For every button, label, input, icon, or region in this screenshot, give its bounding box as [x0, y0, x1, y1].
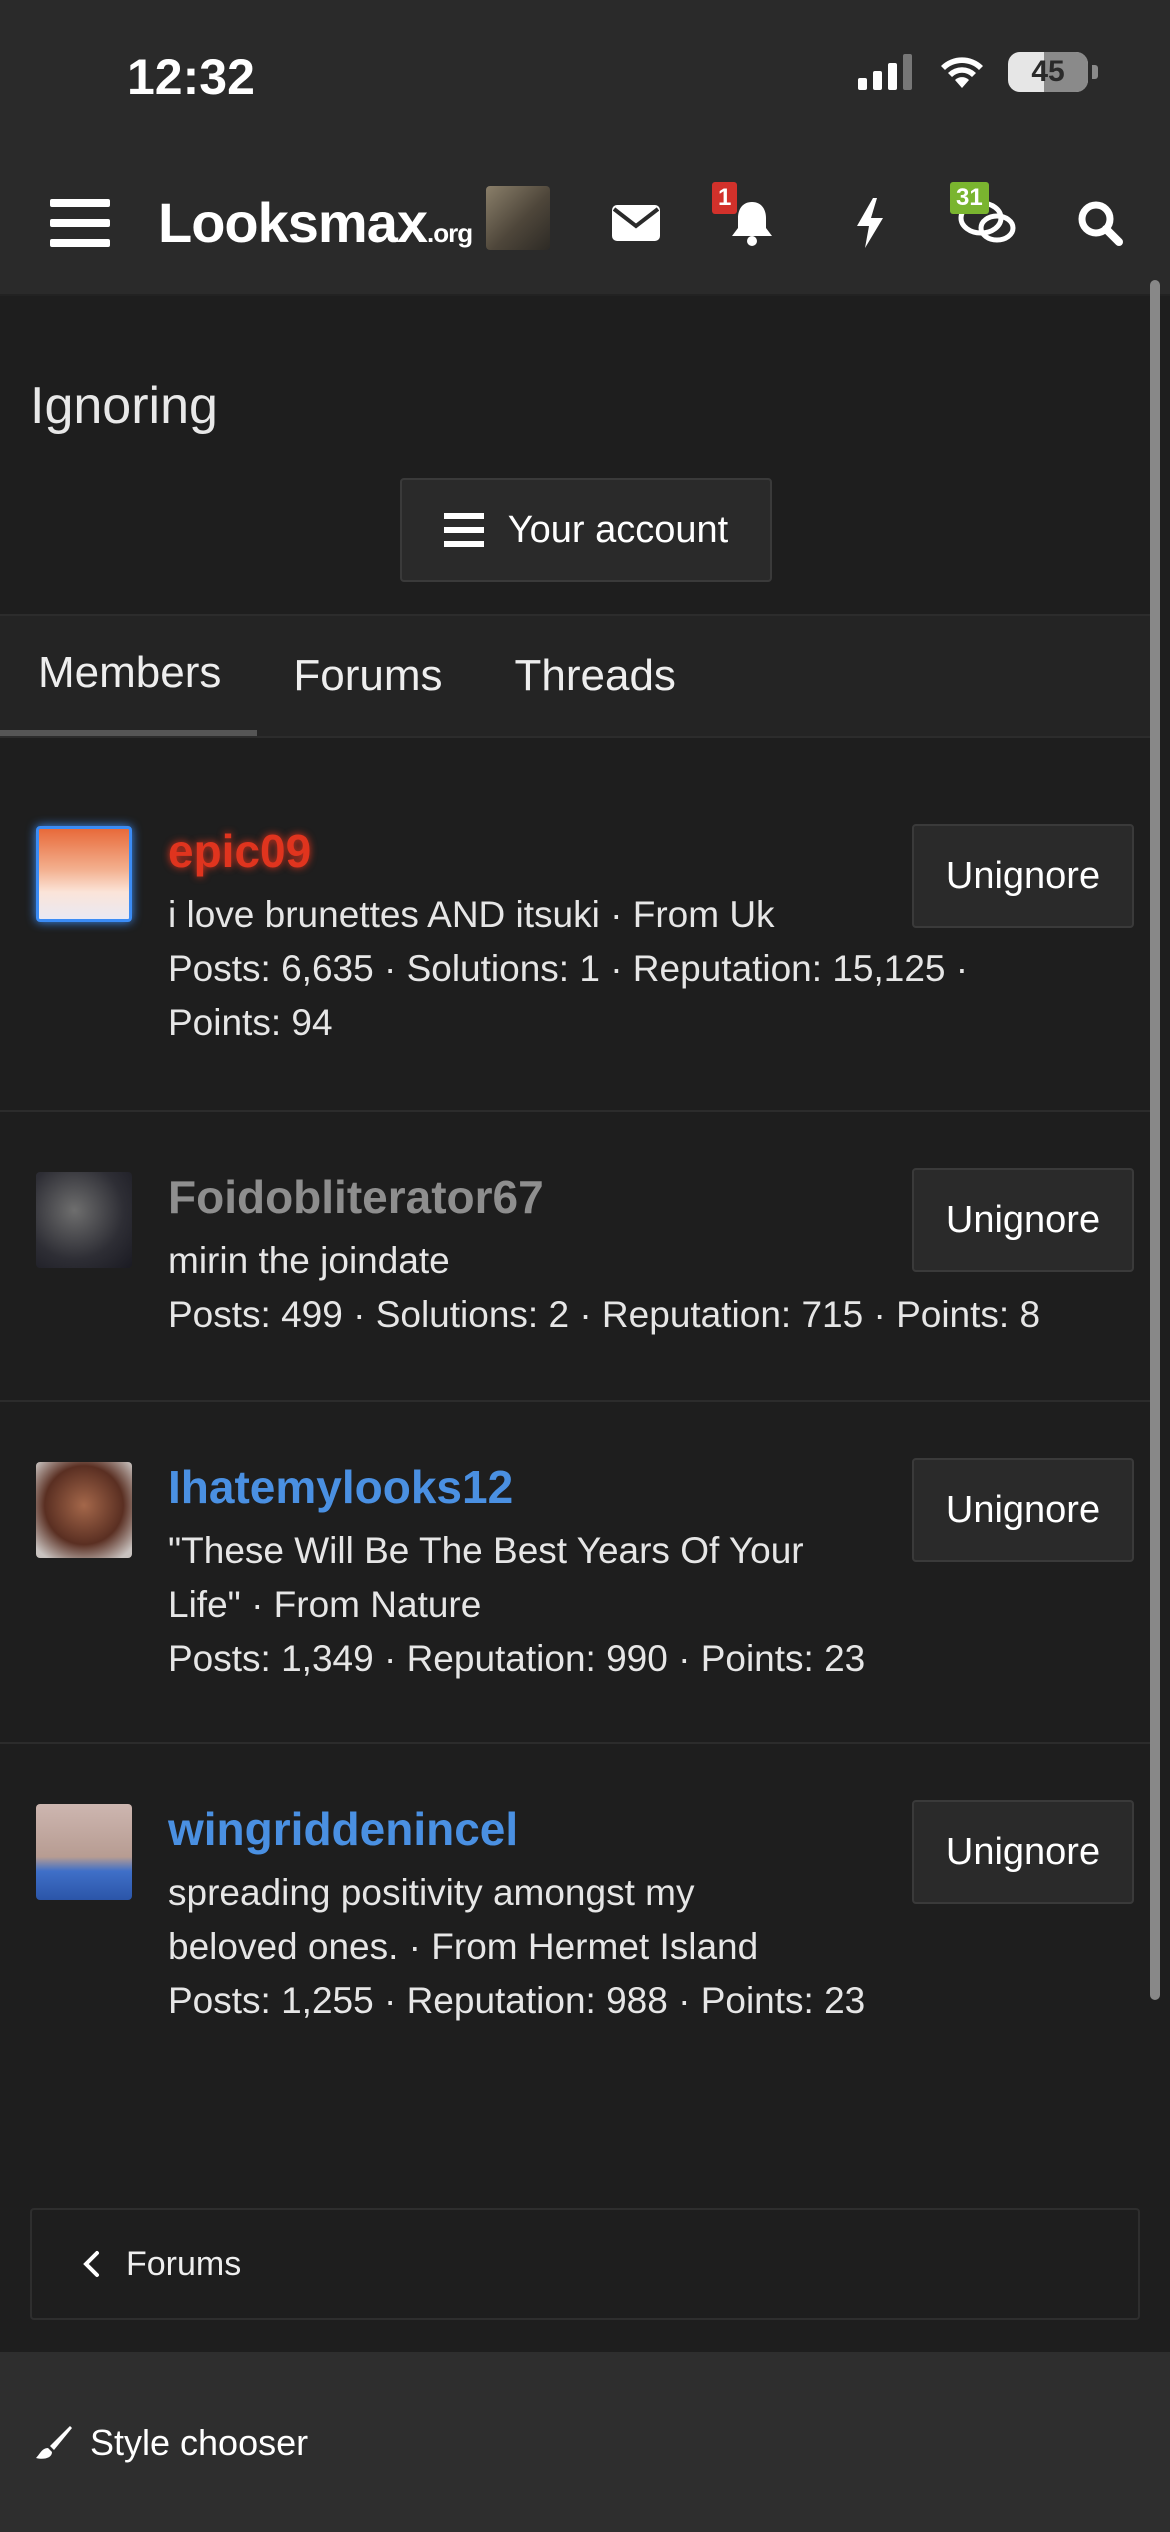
member-row: epic09 i love brunettes AND itsuki · Fro…	[0, 738, 1150, 1112]
member-stats: Posts: 1,255 · Reputation: 988 · Points:…	[168, 1980, 866, 2021]
member-stats-continued: Points: 94	[168, 1002, 333, 1043]
status-icons: 45	[858, 52, 1098, 92]
unignore-button[interactable]: Unignore	[912, 824, 1134, 928]
member-stats: Posts: 499 · Solutions: 2 · Reputation: …	[168, 1294, 1041, 1335]
unignore-button[interactable]: Unignore	[912, 1168, 1134, 1272]
member-bio-continued: Life" · From Nature	[168, 1584, 482, 1625]
style-chooser-link[interactable]: Style chooser	[34, 2422, 308, 2464]
menu-button[interactable]	[40, 150, 120, 296]
member-avatar[interactable]	[36, 1462, 132, 1558]
member-avatar[interactable]	[36, 1172, 132, 1268]
member-name[interactable]: epic09	[168, 824, 311, 878]
inbox-button[interactable]	[600, 150, 672, 296]
member-row: Foidobliterator67 mirin the joindate Pos…	[0, 1112, 1150, 1402]
member-avatar[interactable]	[36, 1804, 132, 1900]
search-button[interactable]	[1060, 150, 1140, 296]
wifi-icon	[941, 57, 983, 88]
site-logo[interactable]: Looksmax.org	[158, 190, 473, 255]
your-account-button[interactable]: Your account	[400, 478, 772, 582]
member-name[interactable]: wingriddenincel	[168, 1802, 518, 1856]
member-bio: i love brunettes AND itsuki · From Uk	[168, 894, 775, 935]
conversations-count-badge: 31	[950, 182, 989, 214]
member-row: Ihatemylooks12 "These Will Be The Best Y…	[0, 1402, 1150, 1744]
battery-cap	[1092, 65, 1098, 79]
cellular-signal-icon	[858, 54, 912, 90]
tab-members[interactable]: Members	[0, 616, 258, 736]
battery-level: 45	[1031, 55, 1065, 88]
whats-new-button[interactable]	[830, 150, 910, 296]
member-bio: spreading positivity amongst my	[168, 1872, 695, 1913]
conversations-button[interactable]: 31	[942, 150, 1032, 296]
footer: Style chooser	[0, 2352, 1170, 2532]
tab-forums[interactable]: Forums	[257, 616, 478, 736]
member-row: wingriddenincel spreading positivity amo…	[0, 1744, 1150, 2044]
unignore-button[interactable]: Unignore	[912, 1458, 1134, 1562]
top-nav-bar: Looksmax.org 1 31	[0, 150, 1170, 296]
envelope-icon	[612, 205, 660, 241]
status-bar: 12:32 45	[0, 0, 1170, 150]
status-time: 12:32	[127, 49, 255, 105]
member-stats: Posts: 1,349 · Reputation: 990 · Points:…	[168, 1638, 866, 1679]
alerts-button[interactable]: 1	[712, 150, 792, 296]
paintbrush-icon	[36, 2426, 72, 2459]
member-bio-continued: beloved ones. · From Hermet Island	[168, 1926, 759, 1967]
member-bio: "These Will Be The Best Years Of Your	[168, 1530, 804, 1571]
menu-lines-icon	[443, 513, 484, 547]
unignore-button[interactable]: Unignore	[912, 1800, 1134, 1904]
alerts-count-badge: 1	[712, 182, 738, 214]
ignore-tabs: Members Forums Threads	[0, 614, 1150, 738]
member-stats: Posts: 6,635 · Solutions: 1 · Reputation…	[168, 948, 969, 989]
member-name[interactable]: Foidobliterator67	[168, 1170, 544, 1224]
member-name[interactable]: Ihatemylooks12	[168, 1460, 513, 1514]
logo-main: Looksmax	[158, 191, 428, 254]
battery-indicator: 45	[1008, 52, 1088, 92]
breadcrumb-forums-link[interactable]: Forums	[126, 2245, 241, 2284]
hamburger-menu-icon	[50, 199, 110, 247]
style-chooser-label: Style chooser	[90, 2422, 309, 2463]
page-title: Ignoring	[30, 377, 218, 435]
chevron-left-icon	[83, 2251, 99, 2277]
breadcrumb[interactable]: Forums	[30, 2208, 1140, 2320]
member-bio: mirin the joindate	[168, 1240, 450, 1281]
lightning-bolt-icon	[857, 198, 883, 248]
member-avatar[interactable]	[36, 826, 132, 922]
logo-suffix: .org	[427, 218, 473, 248]
scrollbar[interactable]	[1150, 280, 1160, 2000]
your-account-label: Your account	[507, 508, 729, 551]
search-icon	[1078, 201, 1123, 246]
user-avatar[interactable]	[486, 186, 550, 250]
tab-threads[interactable]: Threads	[479, 616, 712, 736]
